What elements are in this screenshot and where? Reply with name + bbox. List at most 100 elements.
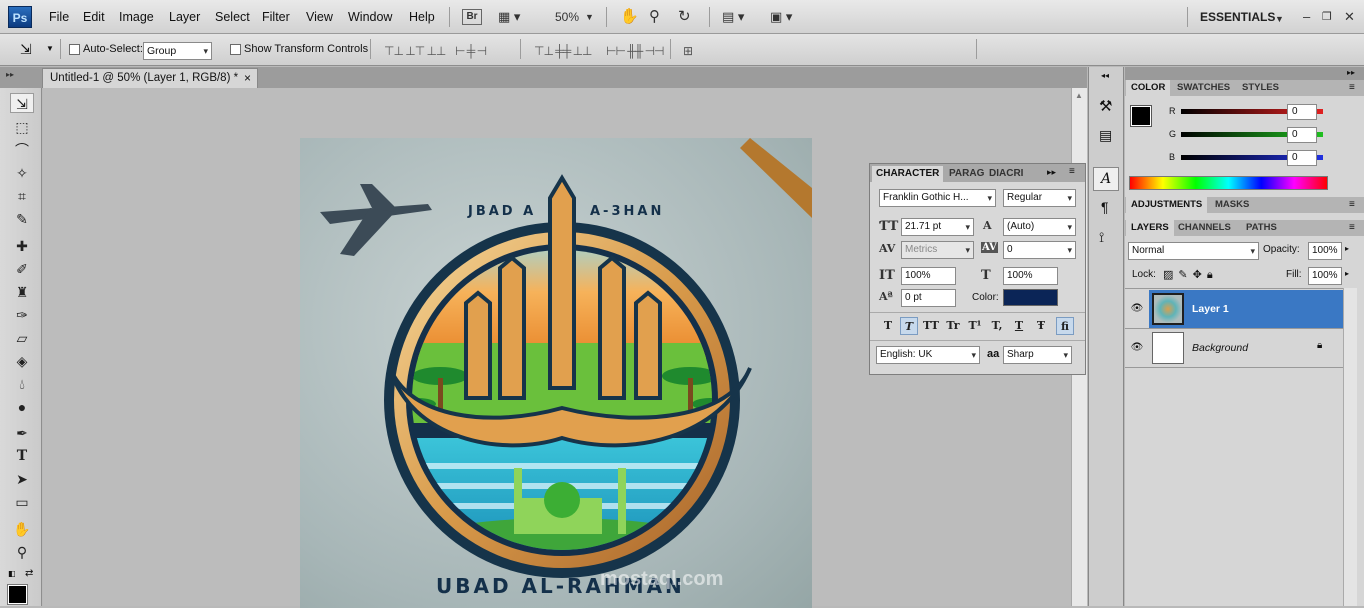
zoom-level[interactable]: 50% [555,8,579,26]
tab-adjustments[interactable]: ADJUSTMENTS [1126,197,1208,213]
character-panel-icon[interactable]: A [1093,167,1119,191]
layer-1-name[interactable]: Layer 1 [1192,303,1229,315]
all-caps-button[interactable]: TT [922,317,940,335]
close-tab-icon[interactable]: × [244,69,251,88]
chevron-down-icon[interactable]: ▼ [585,8,594,26]
eyedropper-icon[interactable]: ✎ [10,209,34,229]
brush-tool-icon[interactable]: ✐ [10,259,34,279]
menu-view[interactable]: View [306,10,333,24]
font-family-dropdown[interactable]: Franklin Gothic H... ▾ [879,189,996,207]
font-size-field[interactable]: 21.71 pt ▾ [901,218,974,236]
faux-italic-button[interactable]: T [900,317,918,335]
shape-tool-icon[interactable]: ▭ [10,492,34,512]
horizontal-scale-field[interactable]: 100% [1003,267,1058,285]
hand-tool-icon[interactable]: ✋ [10,519,34,539]
layer-row-background[interactable]: Background 🔒︎ [1149,329,1343,367]
collapse-dock-icon[interactable]: ◂◂ [1101,71,1109,80]
tab-paragraph[interactable]: PARAG [945,166,988,182]
language-dropdown[interactable]: English: UK ▾ [876,346,980,364]
color-spectrum-bar[interactable] [1129,176,1328,190]
history-brush-icon[interactable]: ✑ [10,305,34,325]
zoom-tool-icon[interactable]: ⚲ [649,8,660,26]
antialias-dropdown[interactable]: Sharp ▾ [1003,346,1072,364]
kerning-field[interactable]: Metrics ▾ [901,241,974,259]
menu-help[interactable]: Help [409,10,435,24]
opacity-arrow-icon[interactable]: ▸ [1345,244,1349,253]
expand-dock-icon[interactable]: ▸▸ [1347,68,1355,77]
red-value[interactable]: 0 [1287,104,1317,120]
menu-filter[interactable]: Filter [262,10,290,24]
menu-layer[interactable]: Layer [169,10,200,24]
paragraph-icon[interactable]: ¶ [1101,199,1109,215]
layers-scrollbar[interactable] [1343,288,1357,606]
small-caps-button[interactable]: Tr [944,317,962,335]
screen-mode-icon[interactable]: ▣ ▾ [770,8,792,26]
collapse-toolbox-icon[interactable]: ▸▸ [6,70,14,79]
crop-tool-icon[interactable]: ⌗ [10,186,34,206]
view-extras-icon[interactable]: ▦ ▾ [498,8,520,26]
tab-styles[interactable]: STYLES [1237,80,1284,96]
tab-diacritics[interactable]: DIACRI [985,166,1027,182]
tab-masks[interactable]: MASKS [1210,197,1254,213]
tool-presets-icon[interactable]: ⚒ [1099,97,1112,115]
lasso-tool-icon[interactable]: ⌒ [10,140,34,160]
foreground-color-swatch[interactable] [7,584,28,605]
menu-image[interactable]: Image [119,10,154,24]
auto-select-checkbox[interactable] [69,44,80,55]
menu-edit[interactable]: Edit [83,10,105,24]
arrange-documents-icon[interactable]: ▤ ▾ [722,8,744,26]
auto-align-icon[interactable]: ⊞ [683,44,693,58]
document-canvas[interactable]: JBAD A A-3HAN UBAD AL-RAHMAN mostaql.com [300,138,812,608]
align-top-icon[interactable]: ⊤⊥ ⊥⊤ ⊥⊥ [384,44,446,58]
chevron-down-icon[interactable]: ▼ [46,44,54,53]
panel-menu-icon[interactable]: ≡ [1349,199,1355,210]
marquee-tool-icon[interactable]: ⬚ [10,117,34,137]
distribute-vertical-icon[interactable]: ⊤⊥ ╪╪ ⊥⊥ [534,44,592,58]
clone-stamp-icon[interactable]: ♜ [10,282,34,302]
ligatures-button[interactable]: fi [1056,317,1074,335]
type-tool-icon[interactable]: T [10,446,34,466]
strikethrough-button[interactable]: Ŧ [1032,317,1050,335]
leading-field[interactable]: (Auto) ▾ [1003,218,1076,236]
magic-wand-icon[interactable]: ✧ [10,163,34,183]
tab-character[interactable]: CHARACTER [872,166,944,182]
path-selection-icon[interactable]: ➤ [10,469,34,489]
baseline-shift-field[interactable]: 0 pt [901,289,956,307]
panel-menu-icon[interactable]: ≡ [1349,222,1355,233]
tab-channels[interactable]: CHANNELS [1173,220,1236,236]
menu-select[interactable]: Select [215,10,250,24]
tab-swatches[interactable]: SWATCHES [1172,80,1235,96]
healing-brush-icon[interactable]: ✚ [10,236,34,256]
eraser-tool-icon[interactable]: ▱ [10,328,34,348]
font-style-dropdown[interactable]: Regular ▾ [1003,189,1076,207]
rotate-view-icon[interactable]: ↻ [678,8,691,26]
foreground-color-swatch[interactable] [1130,105,1152,127]
move-tool-icon[interactable]: ⇲ [10,93,34,113]
minimize-icon[interactable]: – [1303,8,1310,26]
blur-tool-icon[interactable]: 💧︎ [10,374,34,394]
dodge-tool-icon[interactable]: ● [10,397,34,417]
transform-icon[interactable]: ⟟ [1099,229,1104,246]
layer-1-visibility-eye-icon[interactable]: 👁︎ [1128,290,1146,328]
fill-arrow-icon[interactable]: ▸ [1345,269,1349,278]
layer-row-layer-1[interactable]: Layer 1 [1149,290,1343,328]
panel-menu-icon[interactable]: ≡ [1349,82,1355,93]
document-tab[interactable]: Untitled-1 @ 50% (Layer 1, RGB/8) * × [42,68,258,88]
blend-mode-dropdown[interactable]: Normal ▾ [1128,242,1259,260]
distribute-horizontal-icon[interactable]: ⊢⊢ ╫╫ ⊣⊣ [606,44,664,58]
tracking-field[interactable]: 0 ▾ [1003,241,1076,259]
underline-button[interactable]: T [1010,317,1028,335]
lock-options-icon[interactable]: ▨✎✥🔒︎ [1163,268,1218,282]
subscript-button[interactable]: T, [988,317,1006,335]
workspace-switcher[interactable]: ESSENTIALS [1200,10,1275,24]
menu-window[interactable]: Window [348,10,392,24]
paint-bucket-icon[interactable]: ◈ [10,351,34,371]
tab-layers[interactable]: LAYERS [1126,220,1174,236]
tab-paths[interactable]: PATHS [1241,220,1282,236]
align-left-icon[interactable]: ⊢ ╪ ⊣ [455,44,487,58]
history-icon[interactable]: ▤ [1099,127,1112,144]
restore-icon[interactable]: ❐ [1322,8,1332,26]
hand-tool-icon[interactable]: ✋ [620,8,639,26]
move-tool-preset-icon[interactable]: ⇲ [20,41,32,58]
pen-tool-icon[interactable]: ✒ [10,423,34,443]
